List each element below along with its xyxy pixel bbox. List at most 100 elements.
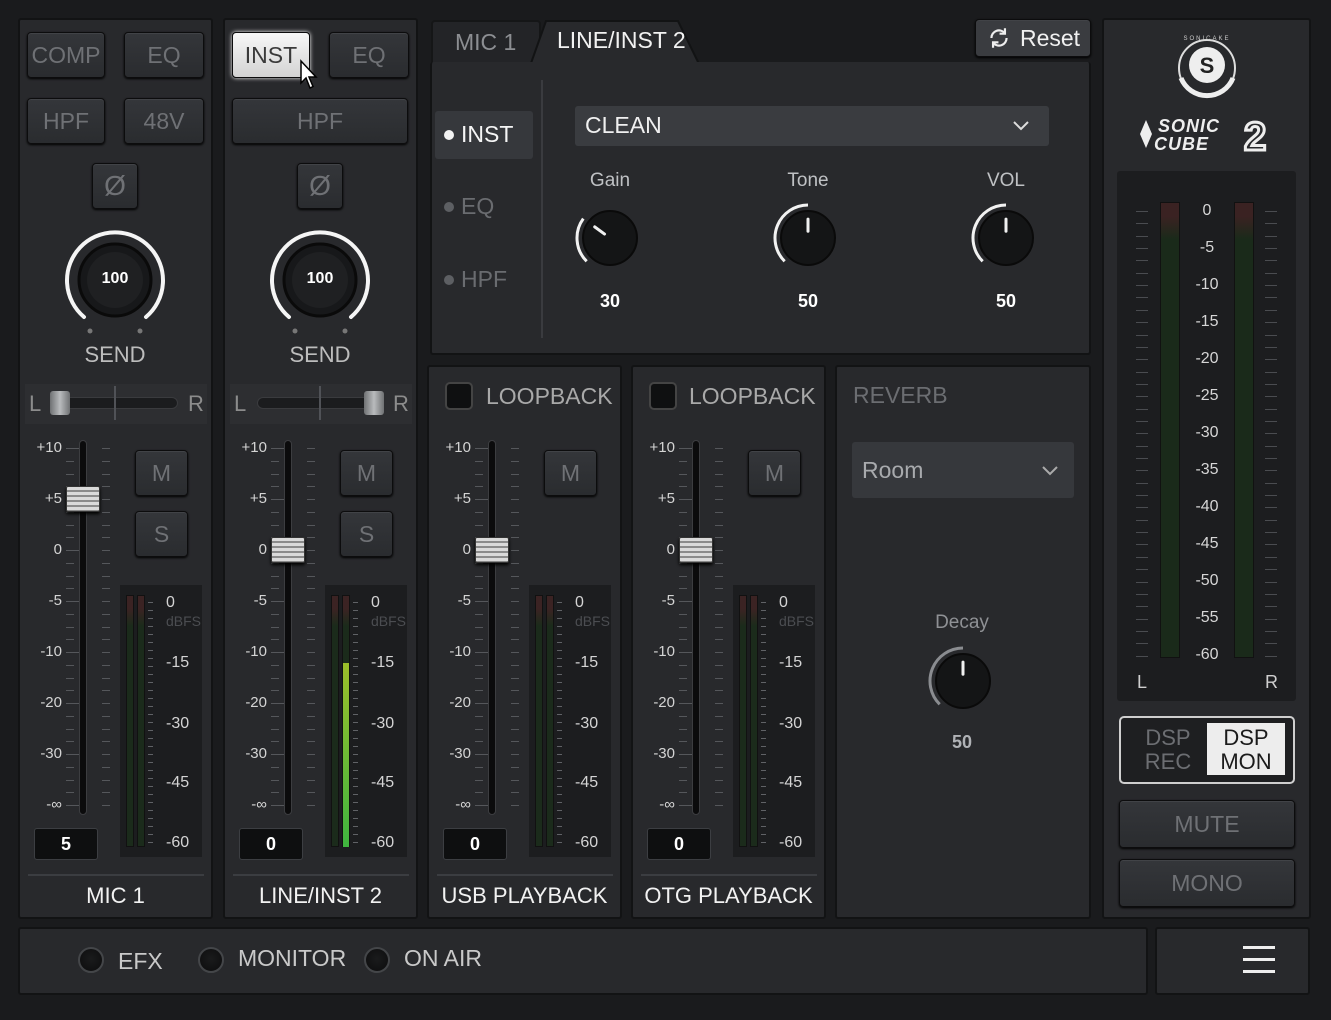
fader-tick xyxy=(679,448,693,449)
mute-button[interactable]: M xyxy=(544,450,597,496)
master-meter-tick xyxy=(1136,544,1148,545)
meter-scale-label: -15 xyxy=(371,654,395,671)
meter-tick xyxy=(761,674,766,675)
pan-handle-ch1[interactable] xyxy=(50,391,70,415)
fader-handle[interactable] xyxy=(475,537,509,563)
fader-handle[interactable] xyxy=(679,537,713,563)
master-meter-tick xyxy=(1265,606,1277,607)
fader-tick xyxy=(66,690,74,691)
mute-button[interactable]: M xyxy=(135,450,188,496)
fader-tick xyxy=(307,486,315,487)
meter-tick xyxy=(761,794,766,795)
fader-scale-label: +10 xyxy=(649,439,675,456)
fader-value-box[interactable]: 0 xyxy=(443,828,507,860)
meter-tick xyxy=(557,826,562,827)
comp-button[interactable]: COMP xyxy=(27,32,105,78)
phantom-48v-button[interactable]: 48V xyxy=(124,98,204,144)
fader-tick xyxy=(271,588,279,589)
meter-tick xyxy=(557,610,562,611)
dsp-rec-button[interactable]: DSP REC xyxy=(1132,726,1204,774)
tab-mic1[interactable]: MIC 1 xyxy=(431,20,541,64)
knob-value: 50 xyxy=(995,291,1017,311)
mute-button[interactable]: M xyxy=(748,450,801,496)
monitor-indicator[interactable] xyxy=(198,947,224,973)
hpf-button-ch2[interactable]: HPF xyxy=(232,98,408,144)
knob-vol[interactable] xyxy=(968,200,1044,276)
section-hpf[interactable]: HPF xyxy=(461,266,507,293)
section-eq[interactable]: EQ xyxy=(461,193,494,220)
fader-tick xyxy=(307,627,315,628)
pan-center-mark-ch2 xyxy=(319,386,321,420)
fader-handle[interactable] xyxy=(271,537,305,563)
fader-tick xyxy=(511,665,519,666)
fader-handle[interactable] xyxy=(66,486,100,512)
solo-button[interactable]: S xyxy=(340,511,393,557)
knob-gain[interactable] xyxy=(572,200,648,276)
pan-handle-ch2[interactable] xyxy=(364,391,384,415)
fader-tick xyxy=(307,703,315,704)
master-meter-tick xyxy=(1136,372,1148,373)
master-meter-tick xyxy=(1265,236,1277,237)
loopback-checkbox-ch4[interactable] xyxy=(649,382,677,410)
fader-tick xyxy=(679,652,693,653)
meter-scale-label: -30 xyxy=(575,715,599,732)
master-mono-button[interactable]: MONO xyxy=(1119,859,1295,907)
phase-invert-button-ch1[interactable]: Ø xyxy=(92,163,138,209)
meter-tick xyxy=(353,714,358,715)
fader-tick xyxy=(66,461,74,462)
meter-tick xyxy=(353,842,358,843)
fader-tick xyxy=(679,665,687,666)
fader-tick xyxy=(475,729,483,730)
decay-knob[interactable] xyxy=(928,646,998,716)
fader-value-box[interactable]: 0 xyxy=(239,828,303,860)
fader-value-box[interactable]: 0 xyxy=(647,828,711,860)
fader-tick xyxy=(679,690,687,691)
meter-tick xyxy=(557,618,562,619)
efx-label[interactable]: EFX xyxy=(118,948,163,975)
eq-button-ch1[interactable]: EQ xyxy=(124,32,204,78)
fader-tick xyxy=(271,461,279,462)
meter-tick xyxy=(148,746,153,747)
pan-right-label-ch1: R xyxy=(188,391,204,416)
phase-invert-button-ch2[interactable]: Ø xyxy=(297,163,343,209)
solo-button[interactable]: S xyxy=(135,511,188,557)
meter-tick xyxy=(353,706,358,707)
meter-scale-label: -30 xyxy=(166,715,190,732)
channel-title: LINE/INST 2 xyxy=(258,883,383,908)
hpf-button-ch1[interactable]: HPF xyxy=(27,98,105,144)
fader-tick xyxy=(715,474,723,475)
on-air-label[interactable]: ON AIR xyxy=(404,945,482,972)
fader-tick xyxy=(511,652,519,653)
meter-tick xyxy=(761,666,766,667)
eq-button-ch2[interactable]: EQ xyxy=(329,32,409,78)
fader-tick xyxy=(715,525,723,526)
pan-left-label-ch1: L xyxy=(29,391,42,416)
master-mute-button[interactable]: MUTE xyxy=(1119,800,1295,848)
meter-tick xyxy=(353,658,358,659)
meter-tick xyxy=(353,602,358,603)
fader-tick xyxy=(102,486,110,487)
tab-line-inst2[interactable]: LINE/INST 2 xyxy=(557,27,686,54)
meter-level-fill xyxy=(343,663,349,847)
fader-tick xyxy=(475,639,483,640)
hamburger-menu-icon[interactable] xyxy=(1243,946,1275,974)
efx-indicator[interactable] xyxy=(78,947,104,973)
on-air-indicator[interactable] xyxy=(364,947,390,973)
fader-tick xyxy=(307,678,315,679)
fader-tick xyxy=(679,601,693,602)
master-meter-tick xyxy=(1136,310,1148,311)
meter-tick xyxy=(761,802,766,803)
fader-scale-label: 0 xyxy=(258,541,267,558)
reset-label: Reset xyxy=(1019,24,1081,51)
reset-button[interactable]: Reset xyxy=(975,19,1091,57)
fader-value-box[interactable]: 5 xyxy=(34,828,98,860)
mute-button[interactable]: M xyxy=(340,450,393,496)
meter-tick xyxy=(353,698,358,699)
fader-scale-label: -20 xyxy=(653,694,675,711)
fader-tick xyxy=(511,741,519,742)
fader-tick xyxy=(475,601,489,602)
monitor-label[interactable]: MONITOR xyxy=(238,945,346,972)
loopback-checkbox-ch3[interactable] xyxy=(445,382,473,410)
dsp-mon-button[interactable]: DSP MON xyxy=(1207,723,1285,775)
knob-tone[interactable] xyxy=(770,200,846,276)
